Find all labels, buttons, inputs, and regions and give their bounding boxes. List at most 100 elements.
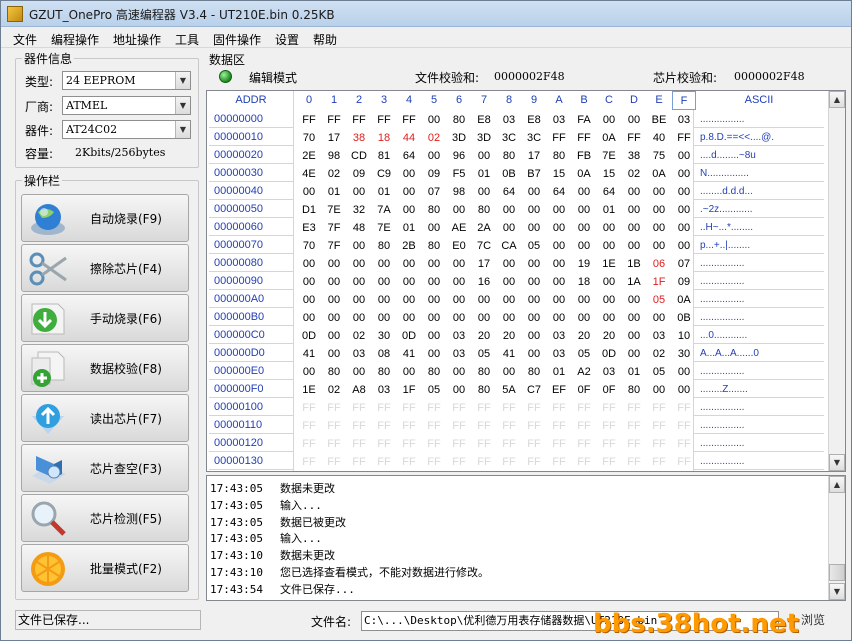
byte-cell[interactable]: 7F (322, 237, 346, 255)
byte-cell[interactable]: FF (322, 111, 346, 129)
byte-cell[interactable]: 17 (522, 147, 546, 165)
byte-cell[interactable]: 00 (372, 273, 396, 291)
byte-cell[interactable]: 3D (447, 129, 471, 147)
byte-cell[interactable]: 00 (522, 345, 546, 363)
byte-cell[interactable]: FF (672, 417, 696, 435)
byte-cell[interactable]: 0B (672, 309, 696, 327)
byte-cell[interactable]: 01 (597, 201, 621, 219)
byte-cell[interactable]: 03 (547, 345, 571, 363)
byte-cell[interactable]: B7 (522, 165, 546, 183)
byte-cell[interactable]: FF (322, 399, 346, 417)
byte-cell[interactable]: 06 (647, 255, 671, 273)
log-scrollbar[interactable]: ▲ ▼ (828, 476, 845, 600)
byte-cell[interactable]: 02 (422, 129, 446, 147)
byte-cell[interactable]: FF (497, 435, 521, 453)
byte-cell[interactable]: 30 (372, 327, 396, 345)
byte-cell[interactable]: 80 (422, 201, 446, 219)
byte-cell[interactable]: 01 (547, 363, 571, 381)
manual-program-button[interactable]: 手动烧录(F6) (21, 294, 189, 342)
byte-cell[interactable]: 00 (297, 183, 321, 201)
byte-cell[interactable]: 00 (472, 183, 496, 201)
byte-cell[interactable]: 03 (647, 327, 671, 345)
byte-cell[interactable]: 00 (472, 291, 496, 309)
byte-cell[interactable]: 01 (622, 363, 646, 381)
byte-cell[interactable]: 48 (347, 219, 371, 237)
byte-cell[interactable]: FF (672, 129, 696, 147)
byte-cell[interactable]: FF (572, 453, 596, 471)
byte-cell[interactable]: FF (547, 129, 571, 147)
byte-cell[interactable]: 0A (647, 165, 671, 183)
byte-cell[interactable]: 80 (372, 237, 396, 255)
byte-cell[interactable]: FF (647, 435, 671, 453)
byte-cell[interactable]: 00 (672, 219, 696, 237)
byte-cell[interactable]: 7E (322, 201, 346, 219)
byte-cell[interactable]: FF (322, 417, 346, 435)
byte-cell[interactable]: FF (297, 111, 321, 129)
byte-cell[interactable]: 03 (372, 381, 396, 399)
chip-detect-button[interactable]: 芯片检测(F5) (21, 494, 189, 542)
byte-cell[interactable]: 80 (497, 147, 521, 165)
byte-cell[interactable]: 00 (622, 327, 646, 345)
byte-cell[interactable]: 00 (647, 201, 671, 219)
read-chip-button[interactable]: 读出芯片(F7) (21, 394, 189, 442)
byte-cell[interactable]: 3C (497, 129, 521, 147)
byte-cell[interactable]: F5 (447, 165, 471, 183)
byte-cell[interactable]: 00 (672, 201, 696, 219)
byte-cell[interactable]: FF (447, 453, 471, 471)
byte-cell[interactable]: FF (547, 417, 571, 435)
byte-cell[interactable]: 7A (372, 201, 396, 219)
byte-cell[interactable]: 01 (397, 219, 421, 237)
byte-cell[interactable]: FF (622, 453, 646, 471)
byte-cell[interactable]: 00 (647, 219, 671, 237)
byte-cell[interactable]: 00 (347, 363, 371, 381)
byte-cell[interactable]: 00 (297, 255, 321, 273)
byte-cell[interactable]: 05 (472, 345, 496, 363)
byte-cell[interactable]: FF (372, 417, 396, 435)
byte-cell[interactable]: 00 (422, 309, 446, 327)
byte-cell[interactable]: 00 (572, 201, 596, 219)
byte-cell[interactable]: 2B (397, 237, 421, 255)
byte-cell[interactable]: 80 (322, 363, 346, 381)
byte-cell[interactable]: 64 (497, 183, 521, 201)
byte-cell[interactable]: 00 (547, 237, 571, 255)
byte-cell[interactable]: 5A (497, 381, 521, 399)
byte-cell[interactable]: 05 (647, 363, 671, 381)
byte-cell[interactable]: 00 (597, 273, 621, 291)
byte-cell[interactable]: FF (347, 417, 371, 435)
byte-cell[interactable]: 00 (497, 201, 521, 219)
byte-cell[interactable]: 00 (322, 309, 346, 327)
byte-cell[interactable]: 0F (597, 381, 621, 399)
byte-cell[interactable]: 00 (347, 237, 371, 255)
byte-cell[interactable]: 64 (597, 183, 621, 201)
byte-cell[interactable]: E0 (447, 237, 471, 255)
byte-cell[interactable]: 00 (347, 273, 371, 291)
erase-chip-button[interactable]: 擦除芯片(F4) (21, 244, 189, 292)
byte-cell[interactable]: 80 (372, 363, 396, 381)
byte-cell[interactable]: 64 (397, 147, 421, 165)
byte-cell[interactable]: 01 (372, 183, 396, 201)
byte-cell[interactable]: FF (447, 417, 471, 435)
byte-cell[interactable]: 00 (422, 291, 446, 309)
byte-cell[interactable]: 19 (572, 255, 596, 273)
byte-cell[interactable]: 1E (597, 255, 621, 273)
byte-cell[interactable]: 00 (422, 273, 446, 291)
byte-cell[interactable]: FF (647, 417, 671, 435)
byte-cell[interactable]: FF (447, 399, 471, 417)
byte-cell[interactable]: 80 (547, 147, 571, 165)
byte-cell[interactable]: FF (522, 435, 546, 453)
byte-cell[interactable]: 70 (297, 237, 321, 255)
byte-cell[interactable]: 18 (372, 129, 396, 147)
byte-cell[interactable]: FF (322, 435, 346, 453)
byte-cell[interactable]: 00 (647, 381, 671, 399)
byte-cell[interactable]: 18 (572, 273, 596, 291)
byte-cell[interactable]: 0A (672, 291, 696, 309)
byte-cell[interactable]: 03 (447, 327, 471, 345)
byte-cell[interactable]: FF (297, 453, 321, 471)
byte-cell[interactable]: 1F (647, 273, 671, 291)
byte-cell[interactable]: 00 (497, 309, 521, 327)
byte-cell[interactable]: 09 (672, 273, 696, 291)
byte-cell[interactable]: 0D (397, 327, 421, 345)
byte-cell[interactable]: 00 (647, 237, 671, 255)
byte-cell[interactable]: 30 (672, 345, 696, 363)
byte-cell[interactable]: FF (572, 129, 596, 147)
